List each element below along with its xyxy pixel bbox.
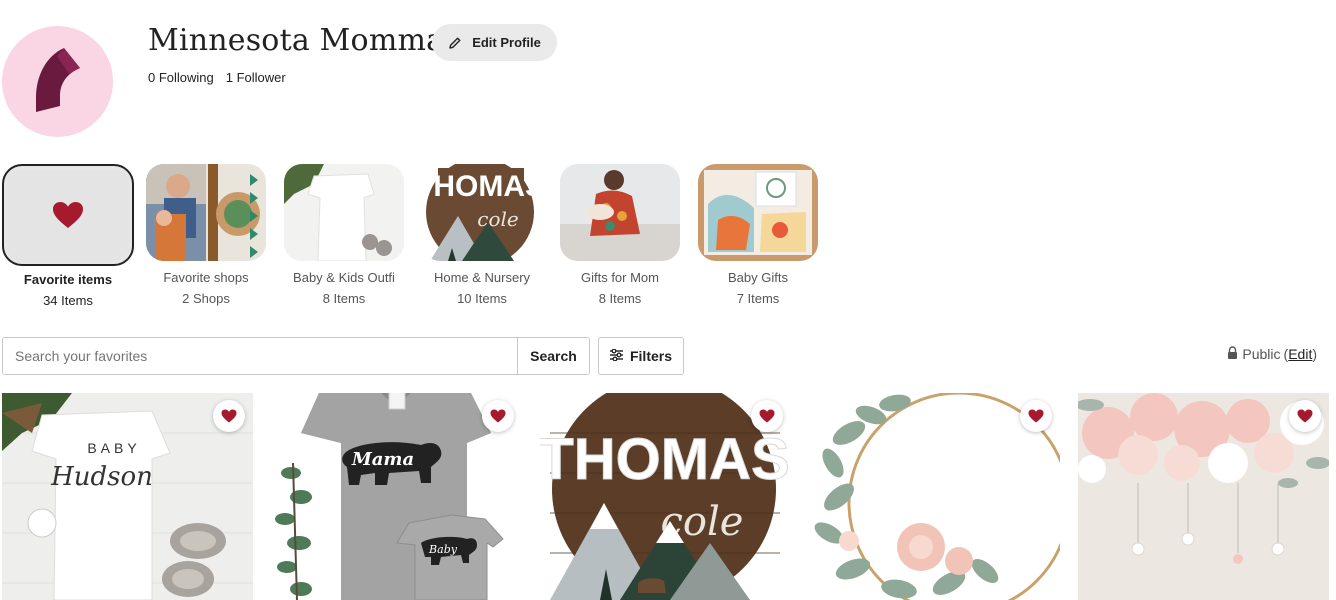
collections-row: Favorite items 34 Items Favorite shops 2… bbox=[2, 164, 818, 308]
heart-icon bbox=[490, 409, 506, 423]
collection-title: Home & Nursery bbox=[433, 270, 531, 285]
listing-card[interactable]: Mama Baby bbox=[271, 393, 522, 600]
filters-button[interactable]: Filters bbox=[598, 337, 684, 375]
favorites-grid: BABY Hudson Mama Baby THOMAS cole bbox=[2, 393, 1329, 600]
listing-card[interactable]: THOMAS cole bbox=[540, 393, 791, 600]
collection-thumbnail: THOMAS cole bbox=[422, 164, 542, 261]
collection-thumbnail bbox=[2, 164, 134, 266]
collection-count: 10 Items bbox=[457, 291, 507, 306]
collection-count: 34 Items bbox=[43, 293, 93, 308]
thumbnail-babyshirt-text: Baby bbox=[428, 543, 458, 556]
collection-gifts-for-mom[interactable]: Gifts for Mom 8 Items bbox=[560, 164, 680, 308]
home-nursery-photo: THOMAS cole bbox=[422, 164, 542, 261]
heart-icon bbox=[221, 409, 237, 423]
filters-icon bbox=[609, 348, 623, 364]
collection-count: 8 Items bbox=[598, 291, 642, 306]
heart-icon bbox=[759, 409, 775, 423]
collection-thumbnail bbox=[146, 164, 266, 261]
collection-thumbnail bbox=[284, 164, 404, 261]
pencil-icon bbox=[448, 36, 462, 50]
collection-title: Baby Gifts bbox=[728, 270, 788, 285]
listing-card[interactable] bbox=[809, 393, 1060, 600]
collection-title: Favorite items bbox=[23, 272, 113, 287]
avatar-mark-icon bbox=[36, 48, 80, 112]
visibility-edit-link[interactable]: Edit bbox=[1288, 346, 1312, 362]
collection-count: 7 Items bbox=[736, 291, 780, 306]
follow-stats: 0 Following 1 Follower bbox=[148, 70, 286, 85]
collection-favorite-shops[interactable]: Favorite shops 2 Shops bbox=[146, 164, 266, 308]
heart-icon bbox=[53, 202, 83, 228]
collection-baby-gifts[interactable]: Baby Gifts 7 Items bbox=[698, 164, 818, 308]
baby-outfits-photo bbox=[284, 164, 404, 261]
thumbnail-sign-script: cole bbox=[477, 207, 518, 231]
collection-home-nursery[interactable]: THOMAS cole Home & Nursery 10 Items bbox=[422, 164, 542, 308]
visibility-label: Public bbox=[1242, 346, 1281, 362]
favorite-toggle-button[interactable] bbox=[751, 400, 783, 432]
listing-card[interactable] bbox=[1078, 393, 1329, 600]
followers-link[interactable]: 1 Follower bbox=[226, 70, 286, 85]
heart-icon bbox=[1028, 409, 1044, 423]
search-input[interactable] bbox=[3, 338, 517, 374]
thumbnail-onesie-script: Hudson bbox=[50, 462, 153, 492]
heart-icon bbox=[1297, 409, 1313, 423]
collection-title: Gifts for Mom bbox=[580, 270, 659, 285]
favorite-shops-photo bbox=[146, 164, 266, 261]
collection-title: Favorite shops bbox=[163, 270, 249, 285]
collection-favorite-items[interactable]: Favorite items 34 Items bbox=[2, 164, 134, 308]
collection-thumbnail bbox=[698, 164, 818, 261]
lock-icon bbox=[1227, 346, 1238, 362]
thumbnail-sign-text: THOMAS bbox=[422, 170, 542, 203]
edit-profile-label: Edit Profile bbox=[472, 35, 541, 50]
baby-gifts-photo bbox=[698, 164, 818, 261]
search-button[interactable]: Search bbox=[517, 338, 589, 374]
favorite-toggle-button[interactable] bbox=[482, 400, 514, 432]
favorite-toggle-button[interactable] bbox=[1020, 400, 1052, 432]
avatar[interactable] bbox=[2, 26, 113, 137]
favorite-toggle-button[interactable] bbox=[213, 400, 245, 432]
collection-title: Baby & Kids Outfi bbox=[293, 270, 395, 285]
visibility-paren-close: ) bbox=[1312, 346, 1317, 362]
visibility-status: Public (Edit) bbox=[1227, 346, 1317, 362]
edit-profile-button[interactable]: Edit Profile bbox=[432, 24, 557, 61]
thumbnail-onesie-text: BABY bbox=[87, 440, 140, 456]
following-link[interactable]: 0 Following bbox=[148, 70, 214, 85]
collection-baby-kids-outfits[interactable]: Baby & Kids Outfi 8 Items bbox=[284, 164, 404, 308]
thumbnail-sign-text: THOMAS bbox=[540, 427, 790, 492]
collection-count: 8 Items bbox=[322, 291, 366, 306]
gifts-for-mom-photo bbox=[560, 164, 680, 261]
collection-count: 2 Shops bbox=[182, 291, 230, 306]
favorites-search-bar: Search bbox=[2, 337, 590, 375]
listing-card[interactable]: BABY Hudson bbox=[2, 393, 253, 600]
filters-label: Filters bbox=[629, 348, 672, 364]
profile-name: Minnesota Momma bbox=[148, 23, 445, 58]
collection-thumbnail bbox=[560, 164, 680, 261]
thumbnail-shirt-text: Mama bbox=[351, 449, 414, 470]
favorite-toggle-button[interactable] bbox=[1289, 400, 1321, 432]
